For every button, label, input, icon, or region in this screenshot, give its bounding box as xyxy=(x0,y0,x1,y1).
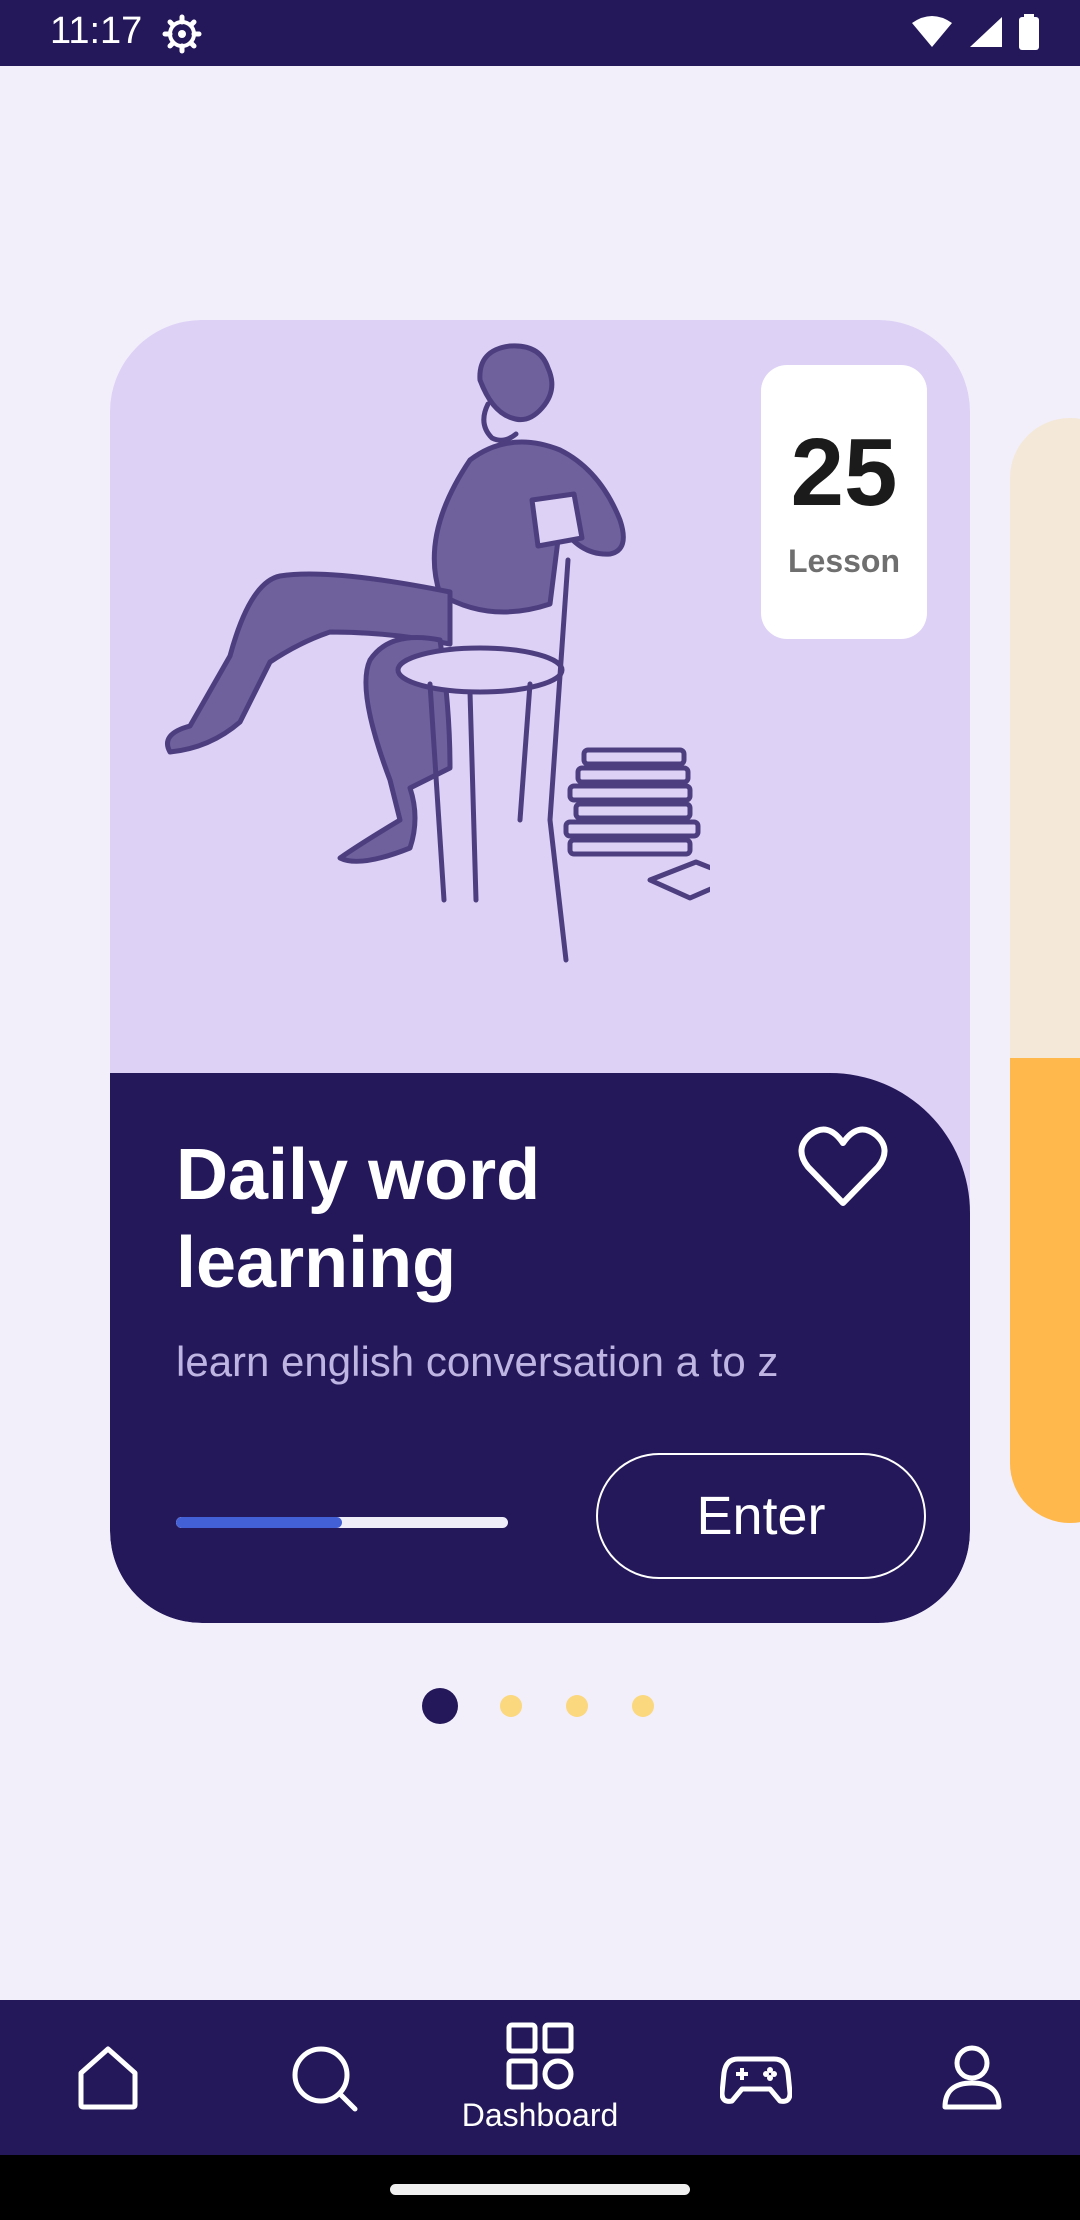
lesson-label: Lesson xyxy=(787,543,901,579)
nav-home[interactable] xyxy=(28,2000,188,2155)
pager-dots xyxy=(422,1688,654,1724)
nav-dashboard-label: Dashboard xyxy=(461,2097,619,2133)
next-card-bottom xyxy=(1010,1058,1080,1523)
progress-fill xyxy=(176,1517,342,1528)
card-subtitle: learn english conversation a to z xyxy=(176,1338,779,1385)
nav-profile[interactable] xyxy=(892,2000,1052,2155)
search-icon xyxy=(292,2046,358,2111)
progress-bar xyxy=(176,1517,508,1528)
wifi-icon xyxy=(912,16,952,47)
bottom-navigation: Dashboard xyxy=(0,2000,1080,2155)
status-time: 11:17 xyxy=(50,10,143,52)
home-gesture-handle[interactable] xyxy=(390,2184,690,2195)
lesson-count-badge: 25 Lesson xyxy=(761,365,927,639)
pager-dot[interactable] xyxy=(632,1695,654,1717)
heart-outline-icon[interactable] xyxy=(798,1125,888,1209)
status-bar: 11:17 xyxy=(0,0,1080,66)
next-card[interactable] xyxy=(1010,418,1080,1523)
enter-button[interactable]: Enter xyxy=(596,1453,926,1579)
nav-dashboard[interactable]: Dashboard xyxy=(460,2000,620,2155)
gesture-bar xyxy=(0,2155,1080,2220)
dashboard-icon xyxy=(506,2022,574,2090)
home-icon xyxy=(78,2046,138,2109)
pager-dot[interactable] xyxy=(422,1688,458,1724)
nav-search[interactable] xyxy=(244,2000,404,2155)
profile-icon xyxy=(942,2045,1002,2109)
gamepad-icon xyxy=(720,2056,792,2104)
card-title: Daily word learning xyxy=(176,1135,541,1303)
system-icons xyxy=(910,14,1040,50)
card-info-panel: Daily word learning learn english conver… xyxy=(110,1073,970,1623)
nav-games[interactable] xyxy=(676,2000,836,2155)
pager-dot[interactable] xyxy=(500,1695,522,1717)
reading-person-illustration xyxy=(165,343,710,963)
pager-dot[interactable] xyxy=(566,1695,588,1717)
settings-icon xyxy=(162,14,202,54)
lesson-count: 25 xyxy=(790,419,898,526)
signal-icon xyxy=(970,17,1002,47)
lesson-card[interactable]: 25 Lesson Daily word learning learn engl… xyxy=(110,320,970,1623)
battery-icon xyxy=(1019,14,1039,50)
